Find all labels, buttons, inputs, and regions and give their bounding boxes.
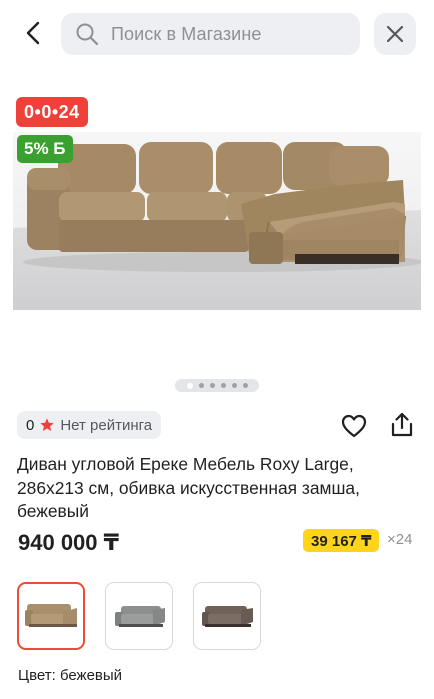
- installment-amount[interactable]: 39 167 ₸: [303, 529, 380, 552]
- search-placeholder: Поиск в Магазине: [111, 23, 262, 44]
- rating-count: 0: [26, 416, 35, 434]
- product-title: Диван угловой Ереке Мебель Roxy Large, 2…: [17, 454, 360, 521]
- pagination-dot[interactable]: [231, 383, 237, 388]
- pagination-dot[interactable]: [220, 383, 226, 388]
- favorite-button[interactable]: [340, 412, 368, 440]
- variant-grey[interactable]: [105, 582, 173, 650]
- heart-icon: [341, 414, 367, 438]
- product-image[interactable]: [13, 132, 421, 310]
- share-icon: [391, 412, 413, 437]
- share-button[interactable]: [388, 411, 416, 439]
- bonus-badge: 5% Б: [17, 135, 73, 163]
- color-variants: [17, 582, 261, 650]
- close-icon: [386, 25, 404, 43]
- pagination-dot[interactable]: [242, 383, 248, 388]
- pagination-dot[interactable]: [209, 383, 215, 388]
- sofa-thumbnail-beige: [25, 604, 77, 627]
- search-icon: [76, 23, 99, 46]
- sofa-thumbnail-brown: [202, 606, 253, 627]
- pagination-dot[interactable]: [186, 382, 193, 389]
- close-button[interactable]: [374, 13, 416, 55]
- installment-months: ×24: [387, 531, 413, 548]
- pagination-dot[interactable]: [198, 383, 204, 388]
- selected-color-label: Цвет: бежевый: [18, 667, 123, 684]
- sofa-thumbnail-grey: [115, 606, 165, 627]
- rating-label: Нет рейтинга: [60, 416, 153, 434]
- variant-brown[interactable]: [193, 582, 261, 650]
- rating-chip[interactable]: 0 Нет рейтинга: [17, 411, 162, 439]
- chevron-left-icon: [26, 21, 40, 45]
- gallery-pagination[interactable]: [175, 379, 259, 392]
- product-price: 940 000 ₸: [18, 530, 119, 555]
- installment-deal-badge: 0•0•24: [16, 97, 88, 127]
- variant-beige[interactable]: [17, 582, 85, 650]
- back-button[interactable]: [16, 16, 50, 50]
- top-bar: Поиск в Магазине: [0, 0, 434, 68]
- search-input[interactable]: Поиск в Магазине: [61, 13, 360, 55]
- sofa-image: [13, 132, 421, 310]
- star-icon: [40, 418, 55, 431]
